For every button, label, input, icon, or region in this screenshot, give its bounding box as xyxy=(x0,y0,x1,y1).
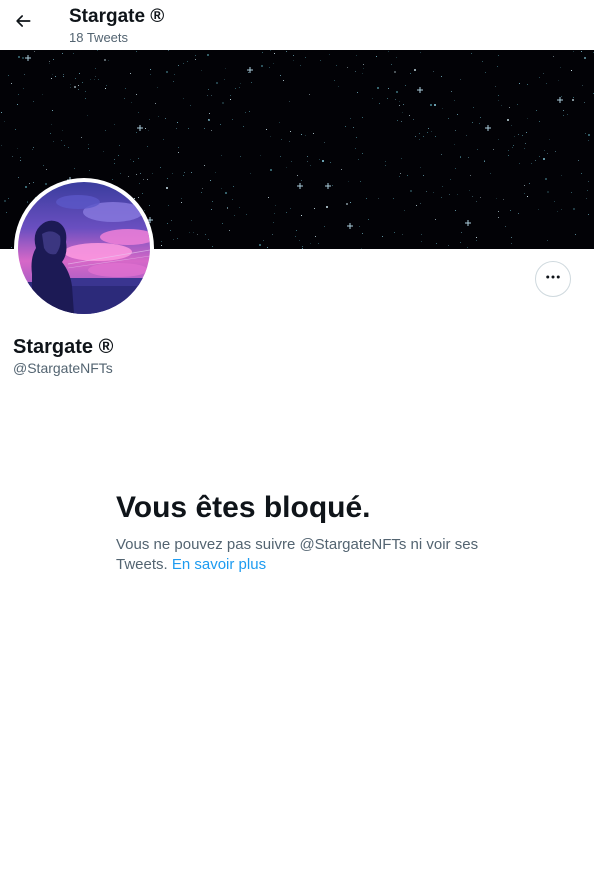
avatar-image xyxy=(18,182,150,314)
user-handle: @StargateNFTs xyxy=(13,360,113,376)
learn-more-link[interactable]: En savoir plus xyxy=(172,556,266,573)
blocked-message-text: Vous ne pouvez pas suivre @StargateNFTs … xyxy=(116,536,479,573)
display-name: Stargate ® xyxy=(13,336,114,358)
blocked-title: Vous êtes bloqué. xyxy=(116,491,371,524)
more-options-button[interactable] xyxy=(535,261,571,297)
avatar[interactable] xyxy=(14,178,154,318)
top-bar: Stargate ® 18 Tweets xyxy=(0,0,594,50)
profile-page: Stargate ® 18 Tweets Stargate ® @Stargat… xyxy=(0,0,594,876)
arrow-left-icon xyxy=(13,11,33,36)
more-horizontal-icon xyxy=(544,268,562,291)
tweet-count: 18 Tweets xyxy=(69,30,129,45)
blocked-message: Vous ne pouvez pas suivre @StargateNFTs … xyxy=(116,535,486,575)
header-title: Stargate ® xyxy=(69,6,165,27)
back-button[interactable] xyxy=(6,6,40,40)
